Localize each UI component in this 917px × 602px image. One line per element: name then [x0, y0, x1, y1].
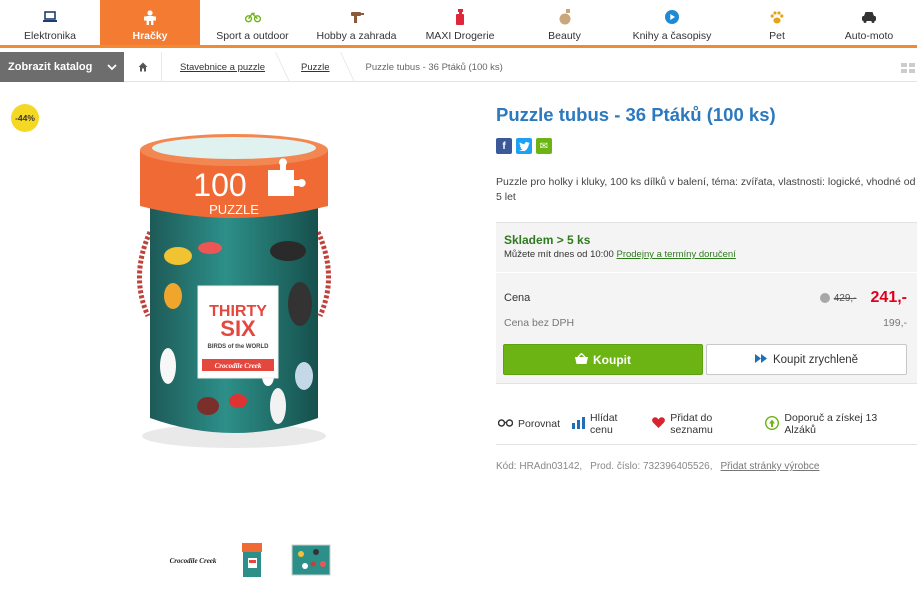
delivery-time: Můžete mít dnes od 10:00 [504, 249, 614, 260]
brand-logo-text: Crocodile Creek [170, 557, 217, 565]
category-label: Sport a outdoor [216, 30, 289, 42]
catalog-button-label: Zobrazit katalog [8, 61, 93, 73]
divider [496, 444, 917, 445]
breadcrumb-item[interactable]: Stavebnice a puzzle [162, 52, 283, 82]
price-without-vat-row: Cena bez DPH 199,- [504, 315, 907, 331]
category-label: Beauty [548, 30, 581, 42]
current-price: 241,- [870, 289, 907, 306]
facebook-icon[interactable]: f [496, 138, 512, 154]
product-actions: Porovnat Hlídat cenu Přidat do seznamu D… [497, 412, 917, 436]
product-image[interactable]: THIRTY SIX BIRDS of the WORLD Crocodile … [128, 126, 340, 456]
breadcrumb: Stavebnice a puzzle Puzzle Puzzle tubus … [124, 52, 521, 82]
car-icon [861, 9, 877, 25]
product-code: Kód: HRAdn03142, [496, 461, 583, 472]
category-label: MAXI Drogerie [425, 30, 495, 42]
grid-view-icon[interactable] [901, 62, 915, 73]
home-icon[interactable] [124, 52, 162, 82]
product-image-text: 100 [193, 167, 246, 203]
delivery-link[interactable]: Prodejny a termíny doručení [616, 249, 735, 260]
glasses-icon [497, 418, 514, 430]
product-image-text: PUZZLE [209, 202, 259, 217]
spray-bottle-icon [452, 9, 468, 25]
buy-button-label: Koupit [593, 352, 631, 367]
twitter-icon[interactable] [516, 138, 532, 154]
manufacturer-number: Prod. číslo: 732396405526, [590, 461, 713, 472]
wishlist-label: Přidat do seznamu [670, 412, 713, 436]
price-row: Cena 429,- 241,- [504, 288, 907, 308]
old-price: 429,- [833, 292, 857, 304]
category-knihy[interactable]: Knihy a časopisy [617, 0, 727, 45]
category-label: Hobby a zahrada [316, 30, 397, 42]
thumbnail-puzzle[interactable] [283, 540, 339, 580]
category-sport[interactable]: Sport a outdoor [200, 0, 305, 45]
watch-price-label: Hlídat cenu [590, 412, 618, 436]
basket-icon [575, 352, 588, 367]
paw-icon [769, 9, 785, 25]
price-chart-icon [572, 416, 586, 432]
watch-price-action[interactable]: Hlídat cenu [572, 412, 640, 436]
chevron-down-icon [106, 61, 118, 73]
show-catalog-button[interactable]: Zobrazit katalog [0, 52, 124, 82]
product-image-text: BIRDS of the WORLD [208, 344, 270, 350]
product-image-text: Crocodile Creek [215, 362, 262, 370]
price-box: Cena 429,- 241,- Cena bez DPH 199,- Koup… [496, 272, 917, 384]
category-label: Elektronika [24, 30, 76, 42]
thumbnail-brand-logo[interactable]: Crocodile Creek [165, 540, 221, 580]
quick-buy-label: Koupit zrychleně [772, 353, 859, 366]
catalog-bar: Zobrazit katalog Stavebnice a puzzle Puz… [0, 52, 917, 82]
category-label: Pet [769, 30, 785, 42]
category-pet[interactable]: Pet [727, 0, 827, 45]
category-label: Auto-moto [844, 30, 894, 42]
category-hracky[interactable]: Hračky [100, 0, 200, 45]
category-label: Knihy a časopisy [632, 30, 712, 42]
share-buttons: f ✉ [496, 138, 552, 154]
thumbnail-tube[interactable] [235, 540, 269, 580]
recommend-action[interactable]: Doporuč a získej 13 Alzáků [765, 412, 905, 436]
add-manufacturer-page-link[interactable]: Přidat stránky výrobce [721, 461, 820, 472]
product-image-text: SIX [220, 316, 256, 341]
toy-robot-icon [142, 9, 158, 25]
price-info-icon[interactable] [819, 293, 830, 303]
recommend-icon [765, 415, 780, 433]
thumbnail-strip: Crocodile Creek [165, 540, 353, 580]
perfume-icon [557, 9, 573, 25]
breadcrumb-current: Puzzle tubus - 36 Ptáků (100 ks) [365, 61, 503, 73]
stock-box: Skladem > 5 ks Můžete mít dnes od 10:00 … [496, 222, 917, 272]
quick-buy-button[interactable]: Koupit zrychleně [706, 344, 907, 375]
category-hobby[interactable]: Hobby a zahrada [305, 0, 408, 45]
category-maxi-drogerie[interactable]: MAXI Drogerie [408, 0, 512, 45]
vat-price: 199,- [883, 317, 907, 329]
compare-label: Porovnat [518, 418, 561, 430]
buy-button[interactable]: Koupit [503, 344, 703, 375]
play-circle-icon [664, 9, 680, 25]
recommend-label: Doporuč a získej 13 Alzáků [784, 412, 878, 436]
category-beauty[interactable]: Beauty [512, 0, 617, 45]
price-label: Cena [504, 292, 531, 304]
product-codes: Kód: HRAdn03142, Prod. číslo: 7323964055… [496, 461, 819, 472]
bicycle-icon [244, 9, 261, 25]
category-elektronika[interactable]: Elektronika [0, 0, 100, 45]
vat-label: Cena bez DPH [504, 317, 575, 329]
stock-status: Skladem > 5 ks [504, 233, 591, 247]
stock-delivery-text: Můžete mít dnes od 10:00 Prodejny a term… [504, 249, 736, 260]
drill-icon [349, 9, 365, 25]
wishlist-action[interactable]: Přidat do seznamu [652, 412, 753, 436]
compare-action[interactable]: Porovnat [497, 418, 561, 430]
fast-forward-icon [754, 353, 767, 366]
breadcrumb-item[interactable]: Puzzle [283, 52, 348, 82]
product-description: Puzzle pro holky i kluky, 100 ks dílků v… [496, 176, 916, 203]
email-icon[interactable]: ✉ [536, 138, 552, 154]
laptop-icon [42, 9, 58, 25]
heart-icon [652, 417, 666, 431]
page-title: Puzzle tubus - 36 Ptáků (100 ks) [496, 104, 776, 125]
discount-badge: -44% [11, 104, 39, 132]
category-nav: Elektronika Hračky Sport a outdoor Hobby… [0, 0, 917, 48]
category-label: Hračky [132, 30, 168, 42]
category-auto-moto[interactable]: Auto-moto [827, 0, 911, 45]
price-values: 429,- 241,- [819, 289, 907, 307]
